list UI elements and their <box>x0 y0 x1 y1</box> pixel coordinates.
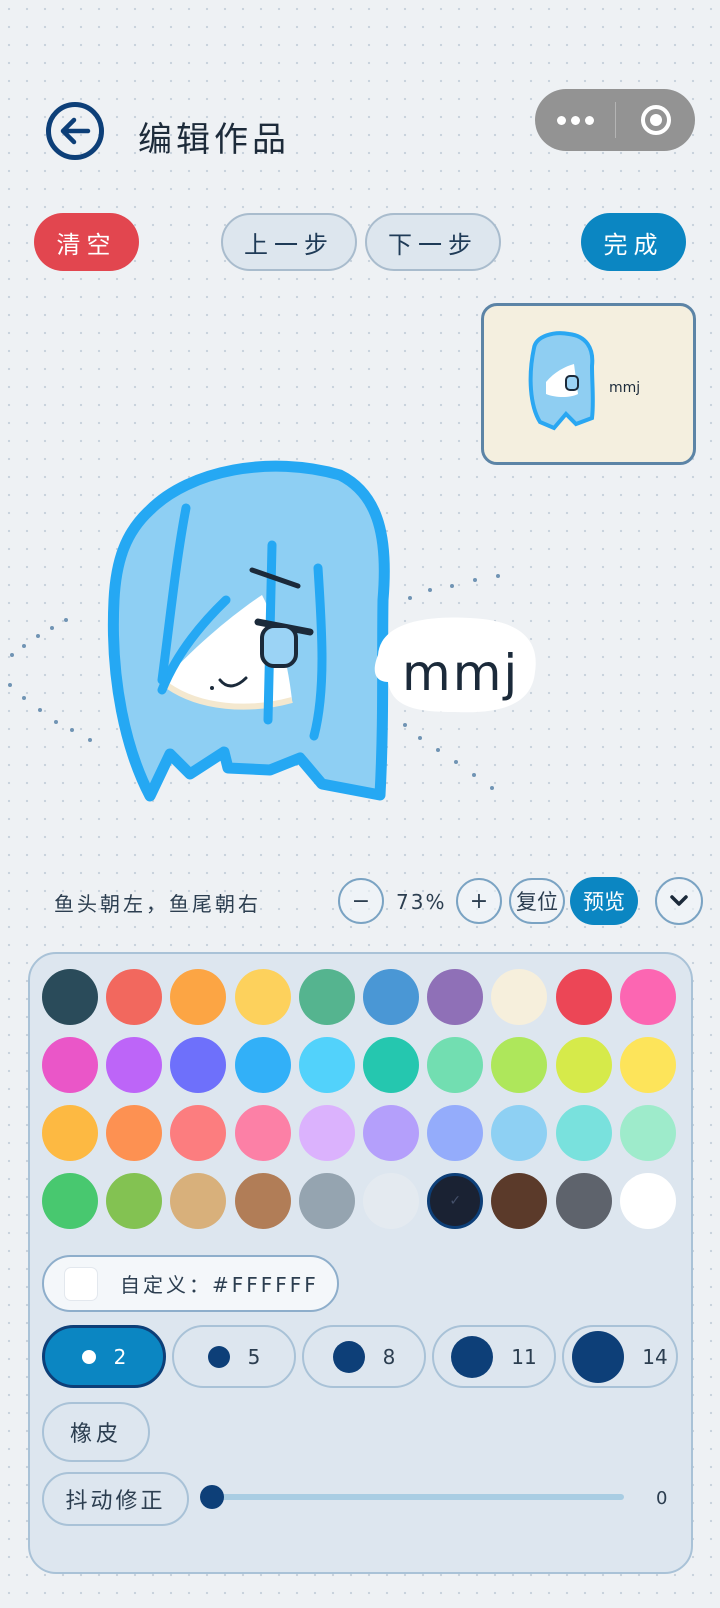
color-swatch[interactable] <box>298 969 355 1025</box>
undo-button[interactable]: 上一步 <box>221 213 357 271</box>
color-swatch[interactable] <box>619 1173 676 1229</box>
arrow-left-icon <box>60 117 91 145</box>
brush-size-label: 5 <box>247 1344 261 1369</box>
zoom-in-button[interactable]: + <box>456 878 502 924</box>
color-swatch[interactable] <box>42 1037 98 1093</box>
color-swatch[interactable] <box>619 1105 676 1161</box>
color-swatch[interactable] <box>42 1173 98 1229</box>
color-swatch[interactable] <box>298 1105 355 1161</box>
color-swatch[interactable] <box>491 1105 548 1161</box>
color-swatch[interactable] <box>555 1105 612 1161</box>
preview-button[interactable]: 预览 <box>570 877 638 925</box>
stabilizer-value: 0 <box>656 1488 668 1509</box>
color-swatch[interactable] <box>106 969 163 1025</box>
color-swatch[interactable] <box>298 1173 355 1229</box>
eye-shape <box>260 624 298 668</box>
brush-dot-icon <box>572 1330 625 1383</box>
color-swatch[interactable] <box>170 1173 227 1229</box>
stabilizer-label: 抖动修正 <box>42 1472 189 1526</box>
brush-size-14[interactable]: 14 <box>562 1325 678 1388</box>
clear-button[interactable]: 清空 <box>34 213 139 271</box>
color-swatch[interactable] <box>170 1037 227 1093</box>
custom-color-button[interactable]: 自定义：#FFFFFF <box>42 1255 339 1312</box>
color-swatch[interactable] <box>298 1037 355 1093</box>
close-capsule-button[interactable] <box>616 105 695 135</box>
brush-size-label: 11 <box>511 1344 537 1369</box>
brush-size-label: 2 <box>113 1344 127 1369</box>
color-swatch[interactable] <box>427 1037 484 1093</box>
thumbnail-drawing: mmj <box>528 331 640 431</box>
color-swatch[interactable] <box>491 1037 548 1093</box>
drawing-canvas[interactable]: mmj <box>0 450 720 850</box>
thumbnail-preview: mmj <box>481 303 696 465</box>
color-swatch[interactable] <box>427 969 484 1025</box>
stabilizer-slider-thumb[interactable] <box>200 1485 224 1509</box>
eraser-button[interactable]: 橡皮 <box>42 1402 150 1462</box>
orientation-hint: 鱼头朝左，鱼尾朝右 <box>54 892 261 916</box>
brush-dot-icon <box>451 1335 494 1378</box>
color-swatch[interactable] <box>363 1105 419 1161</box>
custom-color-chip <box>64 1266 98 1301</box>
brush-size-label: 14 <box>642 1344 668 1369</box>
stabilizer-slider[interactable] <box>210 1494 624 1500</box>
color-swatch[interactable] <box>363 1037 419 1093</box>
done-button[interactable]: 完成 <box>581 213 686 271</box>
custom-color-label: 自定义：#FFFFFF <box>120 1273 319 1297</box>
chevron-down-icon <box>670 895 688 906</box>
brush-size-5[interactable]: 5 <box>172 1325 296 1388</box>
color-swatch[interactable] <box>234 1105 291 1161</box>
brush-size-11[interactable]: 11 <box>432 1325 556 1388</box>
more-dots-icon[interactable] <box>535 115 615 125</box>
color-swatch[interactable] <box>42 1105 98 1161</box>
color-swatch[interactable] <box>106 1173 163 1229</box>
collapse-button[interactable] <box>655 877 703 925</box>
color-swatch[interactable] <box>234 969 291 1025</box>
color-swatch[interactable] <box>555 1173 612 1229</box>
color-swatch[interactable]: ✓ <box>427 1173 484 1229</box>
reset-button[interactable]: 复位 <box>509 878 565 924</box>
color-swatch[interactable] <box>363 969 419 1025</box>
brush-dot-icon <box>332 1340 365 1373</box>
color-swatch[interactable] <box>170 969 227 1025</box>
caption-text: mmj <box>402 644 519 702</box>
zoom-value: 73% <box>396 890 447 914</box>
color-swatch[interactable] <box>555 969 612 1025</box>
zoom-out-button[interactable]: − <box>338 878 384 924</box>
color-swatch[interactable] <box>619 1037 676 1093</box>
check-icon: ✓ <box>449 1193 462 1209</box>
redo-button[interactable]: 下一步 <box>365 213 501 271</box>
target-circle-icon <box>640 105 671 135</box>
color-swatch[interactable] <box>491 1173 548 1229</box>
brush-dot-icon <box>207 1345 230 1368</box>
color-swatch[interactable] <box>427 1105 484 1161</box>
color-swatch[interactable] <box>555 1037 612 1093</box>
color-swatch[interactable] <box>106 1105 163 1161</box>
brush-size-2[interactable]: 2 <box>42 1325 166 1388</box>
brush-size-label: 8 <box>382 1344 396 1369</box>
color-swatch[interactable] <box>363 1173 419 1229</box>
page-title: 编辑作品 <box>138 120 290 160</box>
thumbnail-caption: mmj <box>609 380 640 396</box>
brush-size-8[interactable]: 8 <box>302 1325 426 1388</box>
mini-program-capsule <box>535 89 695 151</box>
color-swatch[interactable] <box>42 969 98 1025</box>
color-swatch[interactable] <box>234 1037 291 1093</box>
color-swatch[interactable] <box>234 1173 291 1229</box>
color-swatch[interactable] <box>170 1105 227 1161</box>
brush-dot-icon <box>81 1349 96 1364</box>
back-button[interactable] <box>46 102 104 160</box>
color-swatch[interactable] <box>619 969 676 1025</box>
color-swatch[interactable] <box>491 969 548 1025</box>
color-swatch[interactable] <box>106 1037 163 1093</box>
